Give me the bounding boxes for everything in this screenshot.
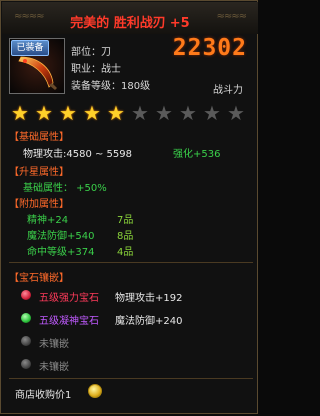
- star-empty-icon: ★: [179, 101, 197, 125]
- gem-attr: 物理攻击+192: [115, 293, 183, 304]
- gold-coin-icon: [88, 384, 102, 398]
- star-filled-icon: ★: [59, 101, 77, 125]
- basic-attr-header: 【基础属性】: [9, 132, 69, 143]
- empty-gem-socket-icon: [21, 336, 31, 346]
- gem-attr: 魔法防御+240: [115, 316, 183, 327]
- item-name: 完美的 胜利战刃: [70, 16, 166, 31]
- star-empty-icon: ★: [227, 101, 245, 125]
- enhance-level: +5: [169, 16, 190, 31]
- physical-attack: 物理攻击:4580 ~ 5598: [23, 149, 133, 160]
- star-filled-icon: ★: [11, 101, 29, 125]
- star-empty-icon: ★: [203, 101, 221, 125]
- item-title: 完美的 胜利战刃 +5: [2, 12, 258, 31]
- star-empty-icon: ★: [155, 101, 173, 125]
- extra-attr: 命中等级+374: [27, 247, 95, 258]
- extra-attr: 魔法防御+540: [27, 231, 95, 242]
- gem-name: 未镶嵌: [39, 339, 69, 350]
- star-filled-icon: ★: [83, 101, 101, 125]
- gem-inlay-header: 【宝石镶嵌】: [9, 273, 69, 284]
- combat-power-value: 22302: [172, 35, 247, 61]
- equipped-badge: 已装备: [11, 40, 49, 56]
- empty-gem-socket-icon: [21, 359, 31, 369]
- strengthen-bonus: 强化+536: [173, 149, 221, 160]
- extra-attr-grade: 7品: [117, 215, 134, 226]
- combat-power-label: 战斗力: [213, 85, 243, 96]
- star-filled-icon: ★: [35, 101, 53, 125]
- gem-name: 五级凝神宝石: [39, 316, 99, 327]
- extra-attr-header: 【附加属性】: [9, 199, 69, 210]
- extra-attr: 精神+24: [27, 215, 69, 226]
- extra-attr-grade: 8品: [117, 231, 134, 242]
- star-filled-icon: ★: [107, 101, 125, 125]
- slot-info: 部位：刀: [71, 47, 111, 58]
- blade-weapon-icon: [18, 56, 57, 90]
- divider: [9, 378, 253, 379]
- gem-name: 未镶嵌: [39, 362, 69, 373]
- red-gem-icon: [21, 290, 31, 300]
- title-bar: ≈≈≈≈ ≈≈≈≈ 完美的 胜利战刃 +5: [2, 2, 258, 34]
- star-empty-icon: ★: [131, 101, 149, 125]
- item-tooltip-panel: ≈≈≈≈ ≈≈≈≈ 完美的 胜利战刃 +5 已装备 部位：刀 职业：战士 装备等级…: [0, 0, 258, 414]
- gem-name: 五级强力宝石: [39, 293, 99, 304]
- divider: [9, 262, 253, 263]
- green-gem-icon: [21, 313, 31, 323]
- shop-sell-price: 商店收购价1: [15, 390, 72, 401]
- equip-level-info: 装备等级：180级: [71, 81, 151, 92]
- star-rating: ★ ★ ★ ★ ★ ★ ★ ★ ★ ★: [11, 101, 255, 125]
- upgrade-attr-line: 基础属性： +50%: [23, 183, 107, 194]
- upgrade-attr-header: 【升星属性】: [9, 167, 69, 178]
- job-info: 职业：战士: [71, 64, 121, 75]
- extra-attr-grade: 4品: [117, 247, 134, 258]
